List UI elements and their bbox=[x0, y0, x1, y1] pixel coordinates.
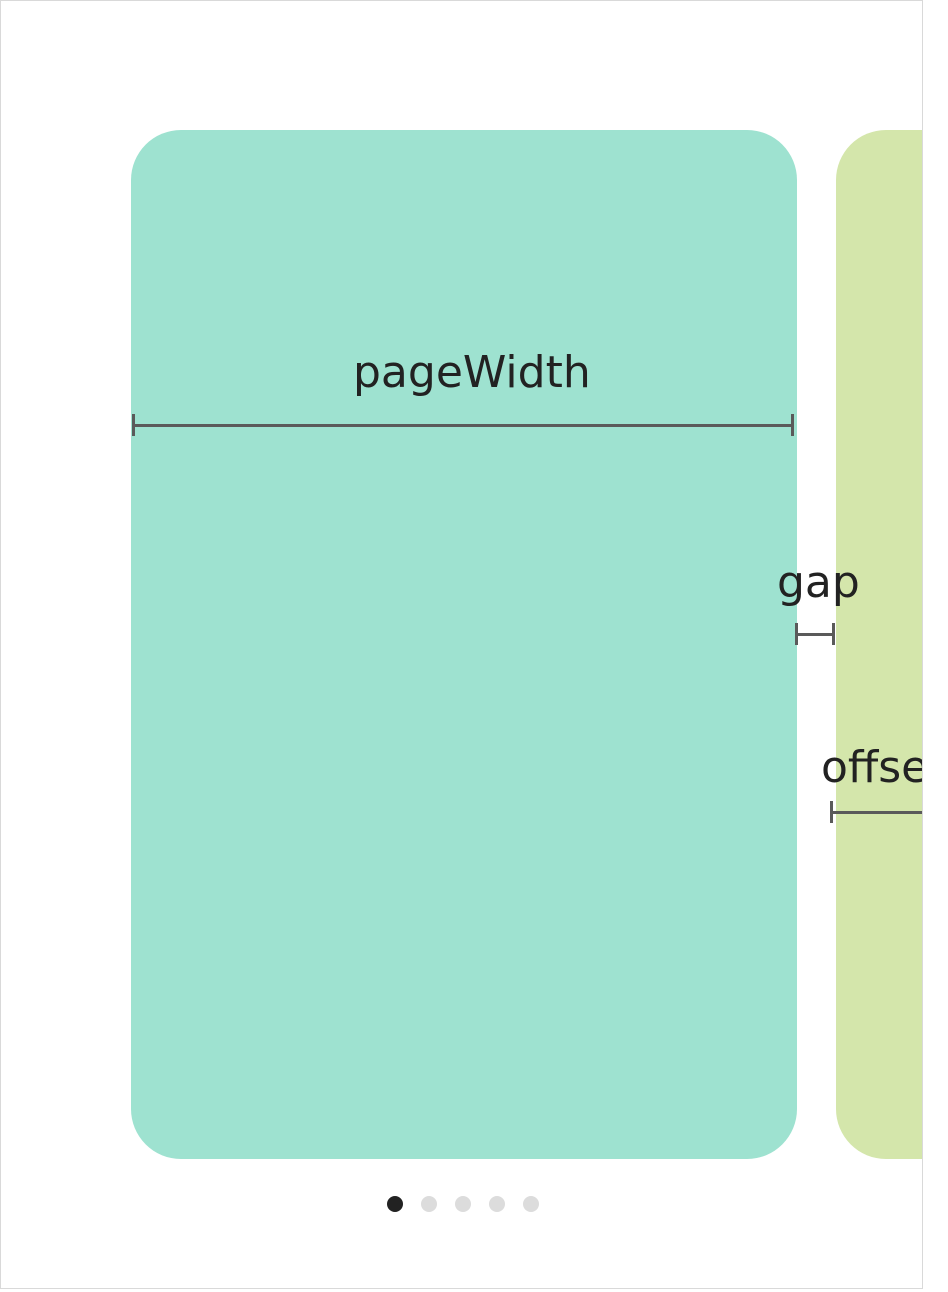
gap-right-tick bbox=[832, 623, 835, 645]
page-width-line bbox=[132, 423, 794, 427]
page-width-label: pageWidth bbox=[353, 347, 591, 398]
page-indicator-dot-5[interactable] bbox=[523, 1196, 539, 1212]
page-indicator-dot-1[interactable] bbox=[387, 1196, 403, 1212]
page-width-right-tick bbox=[791, 414, 794, 436]
next-page-peek[interactable] bbox=[836, 130, 922, 1159]
gap-label: gap bbox=[777, 557, 860, 608]
page-indicator bbox=[387, 1196, 539, 1212]
offset-line bbox=[830, 810, 922, 814]
page-indicator-dot-2[interactable] bbox=[421, 1196, 437, 1212]
gap-dimension-line bbox=[795, 623, 835, 645]
page-indicator-dot-4[interactable] bbox=[489, 1196, 505, 1212]
pager-viewport[interactable]: pageWidth gap offset bbox=[0, 0, 923, 1289]
page-indicator-dot-3[interactable] bbox=[455, 1196, 471, 1212]
offset-label: offset bbox=[821, 742, 922, 793]
offset-dimension-line bbox=[830, 801, 922, 823]
page-width-dimension-line bbox=[132, 414, 794, 436]
gap-line bbox=[795, 632, 835, 636]
current-page[interactable] bbox=[131, 130, 797, 1159]
